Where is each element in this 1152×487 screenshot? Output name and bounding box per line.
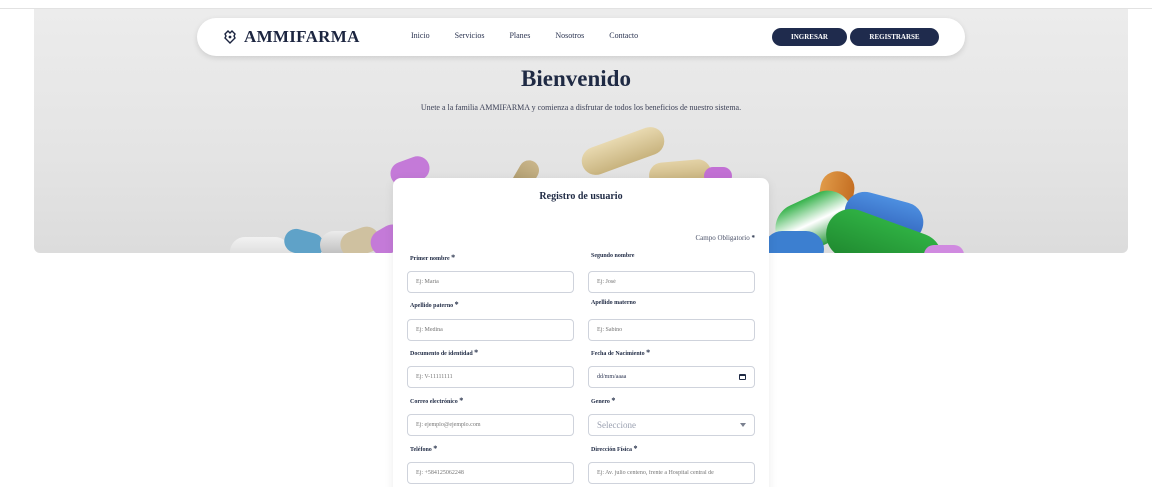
required-note: Campo Obligatorio * (696, 234, 756, 242)
required-star: * (646, 348, 651, 357)
address-input[interactable] (588, 462, 755, 484)
registration-form: Registro de usuario Campo Obligatorio * … (393, 178, 769, 487)
required-star: * (433, 444, 438, 453)
last-name-label-text: Apellido paterno (410, 303, 454, 309)
chevron-down-icon (740, 423, 746, 427)
hero-subtitle: Unete a la familia AMMIFARMA y comienza … (420, 103, 742, 112)
middle-name-label-text: Segundo nombre (591, 253, 635, 259)
pill-decoration (230, 237, 290, 253)
address-label: Dirección Física * (591, 444, 638, 453)
pill-decoration (924, 245, 964, 253)
id-document-input[interactable] (407, 366, 574, 388)
gender-select[interactable]: Seleccione (588, 414, 755, 436)
required-star: * (451, 253, 456, 262)
first-name-input[interactable] (407, 271, 574, 293)
phone-input[interactable] (407, 462, 574, 484)
email-label: Correo electrónico * (410, 396, 463, 405)
phone-label: Teléfono * (410, 444, 437, 453)
last-name-label: Apellido paterno * (410, 300, 459, 309)
pharmacy-logo-icon (224, 30, 236, 44)
birth-date-value: dd/mm/aaaa (597, 374, 627, 380)
required-note-text: Campo Obligatorio (695, 234, 750, 242)
nav-link-inicio[interactable]: Inicio (411, 31, 430, 40)
login-button[interactable]: INGRESAR (772, 28, 847, 46)
mother-last-name-input[interactable] (588, 319, 755, 341)
middle-name-label: Segundo nombre (591, 253, 634, 259)
nav-link-planes[interactable]: Planes (509, 31, 530, 40)
birth-date-input[interactable]: dd/mm/aaaa (588, 366, 755, 388)
birth-date-label: Fecha de Nacimiento * (591, 348, 650, 357)
first-name-label-text: Primer nombre (410, 256, 450, 262)
mother-last-name-label: Apellido materno (591, 300, 636, 306)
form-title: Registro de usuario (539, 191, 623, 202)
phone-label-text: Teléfono (410, 447, 432, 453)
page-title: Bienvenido (521, 66, 631, 91)
nav-link-servicios[interactable]: Servicios (455, 31, 485, 40)
nav-link-nosotros[interactable]: Nosotros (555, 31, 584, 40)
brand[interactable]: AMMIFARMA (222, 27, 360, 47)
pill-decoration (764, 231, 824, 253)
required-star: * (633, 444, 638, 453)
required-star: * (474, 348, 479, 357)
birth-date-label-text: Fecha de Nacimiento (591, 351, 645, 357)
address-label-text: Dirección Física (591, 447, 633, 453)
calendar-icon[interactable] (739, 374, 746, 380)
brand-name: AMMIFARMA (244, 27, 360, 46)
last-name-input[interactable] (407, 319, 574, 341)
gender-select-value: Seleccione (597, 420, 636, 430)
required-star: * (459, 396, 464, 405)
required-star: * (751, 234, 756, 242)
register-button[interactable]: REGISTRARSE (850, 28, 939, 46)
required-star: * (611, 396, 616, 405)
mother-last-name-label-text: Apellido materno (591, 300, 636, 306)
id-document-label: Documento de identidad * (410, 348, 478, 357)
nav-link-contacto[interactable]: Contacto (609, 31, 638, 40)
id-document-label-text: Documento de identidad (410, 351, 473, 357)
navbar: AMMIFARMA Inicio Servicios Planes Nosotr… (197, 18, 965, 56)
email-label-text: Correo electrónico (410, 399, 458, 405)
required-star: * (454, 300, 459, 309)
first-name-label: Primer nombre * (410, 253, 455, 262)
middle-name-input[interactable] (588, 271, 755, 293)
gender-label-text: Genero (591, 399, 610, 405)
gender-label: Genero * (591, 396, 615, 405)
email-input[interactable] (407, 414, 574, 436)
nav-links: Inicio Servicios Planes Nosotros Contact… (411, 31, 663, 40)
